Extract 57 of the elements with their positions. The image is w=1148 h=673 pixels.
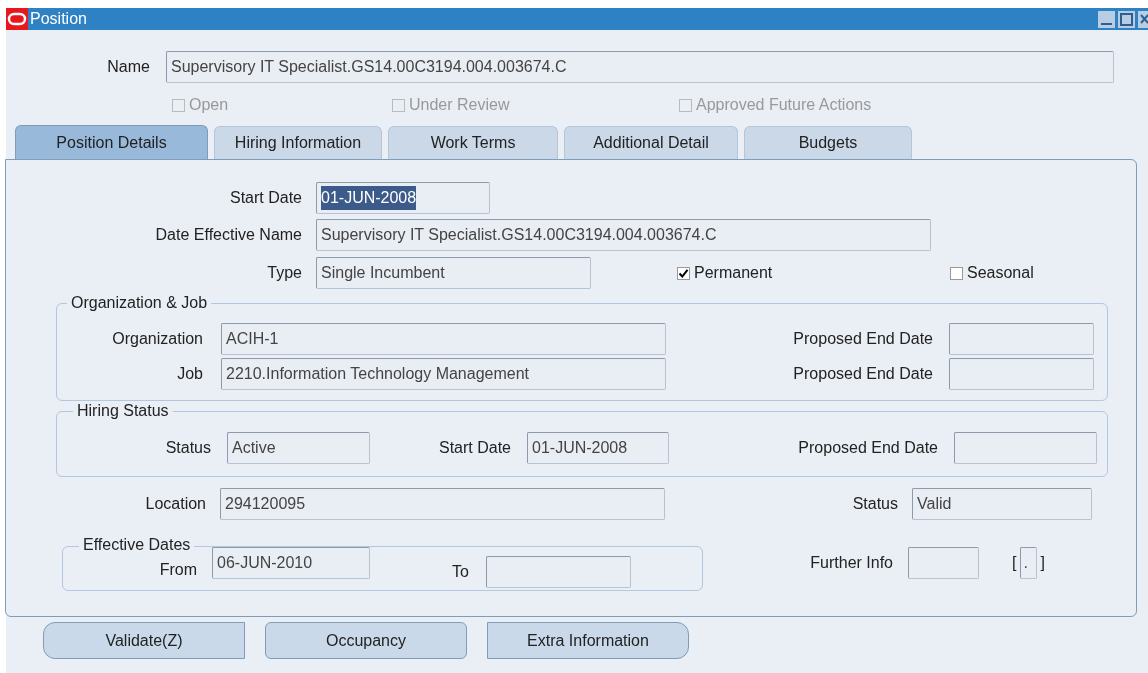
checkbox[interactable] (950, 266, 963, 280)
app-logo-icon (6, 8, 28, 30)
input-field[interactable]: 294120095 (220, 488, 665, 520)
input-field[interactable] (486, 556, 631, 588)
input-field[interactable]: Active (227, 432, 370, 464)
field-label: To (451, 562, 469, 582)
field-label: Job (176, 364, 203, 384)
field-label: Proposed End Date (792, 364, 933, 384)
field-label: Type (266, 263, 302, 283)
action-button[interactable]: Validate(Z) (43, 622, 245, 659)
field-label: Location (144, 494, 206, 514)
window-title: Position (30, 11, 87, 27)
input-field[interactable]: ACIH-1 (221, 323, 666, 355)
input-field[interactable] (954, 432, 1097, 464)
selected-text: 01-JUN-2008 (321, 186, 417, 210)
input-field[interactable] (949, 358, 1094, 390)
tab[interactable]: Budgets (744, 126, 912, 159)
checkbox[interactable] (677, 266, 690, 280)
input-field[interactable] (908, 547, 979, 579)
input-field[interactable]: 2210.Information Technology Management (221, 358, 666, 390)
input-field[interactable]: Single Incumbent (316, 257, 591, 289)
input-field[interactable] (949, 323, 1094, 355)
input-field[interactable]: 01-JUN-2008 (316, 182, 490, 214)
field-label: Proposed End Date (792, 329, 933, 349)
checkbox-label: Under Review (409, 95, 510, 115)
field-label: Start Date (228, 188, 302, 208)
tab[interactable]: Hiring Information (214, 126, 382, 159)
group-title: Organization & Job (67, 293, 212, 313)
minimize-icon[interactable] (1098, 10, 1115, 28)
input-field[interactable]: Supervisory IT Specialist.GS14.00C3194.004.003674.C (316, 219, 931, 251)
field-label: Date Effective Name (154, 225, 302, 245)
close-icon[interactable] (1138, 10, 1148, 28)
tab[interactable]: Position Details (15, 125, 208, 159)
maximize-icon[interactable] (1118, 10, 1135, 28)
checkbox-label: Permanent (694, 263, 773, 283)
input-field[interactable]: 06-JUN-2010 (212, 547, 370, 579)
checkbox-label: Open (189, 95, 229, 115)
field-label: Organization (111, 329, 203, 349)
field-label: Status (164, 438, 211, 458)
action-button[interactable]: Extra Information (487, 622, 689, 659)
field-label: Status (851, 494, 898, 514)
tab[interactable]: Work Terms (388, 126, 558, 159)
tab[interactable]: Additional Detail (564, 126, 738, 159)
input-field[interactable]: Valid (912, 488, 1092, 520)
input-field[interactable]: 01-JUN-2008 (527, 432, 669, 464)
field-label: Proposed End Date (797, 438, 938, 458)
input-field[interactable]: . (1020, 547, 1038, 579)
field-label: Start Date (437, 438, 511, 458)
checkbox-label: Seasonal (967, 263, 1034, 283)
field-label: Further Info (809, 553, 893, 573)
action-button[interactable]: Occupancy (265, 622, 467, 659)
checkbox-label: Approved Future Actions (696, 95, 872, 115)
bracket: ] (1040, 553, 1045, 573)
group-title: Hiring Status (73, 401, 173, 421)
field-label: Name (106, 57, 150, 77)
bracket: [ (1012, 553, 1017, 573)
input-field[interactable]: Supervisory IT Specialist.GS14.00C3194.004.003674.C (166, 51, 1114, 83)
